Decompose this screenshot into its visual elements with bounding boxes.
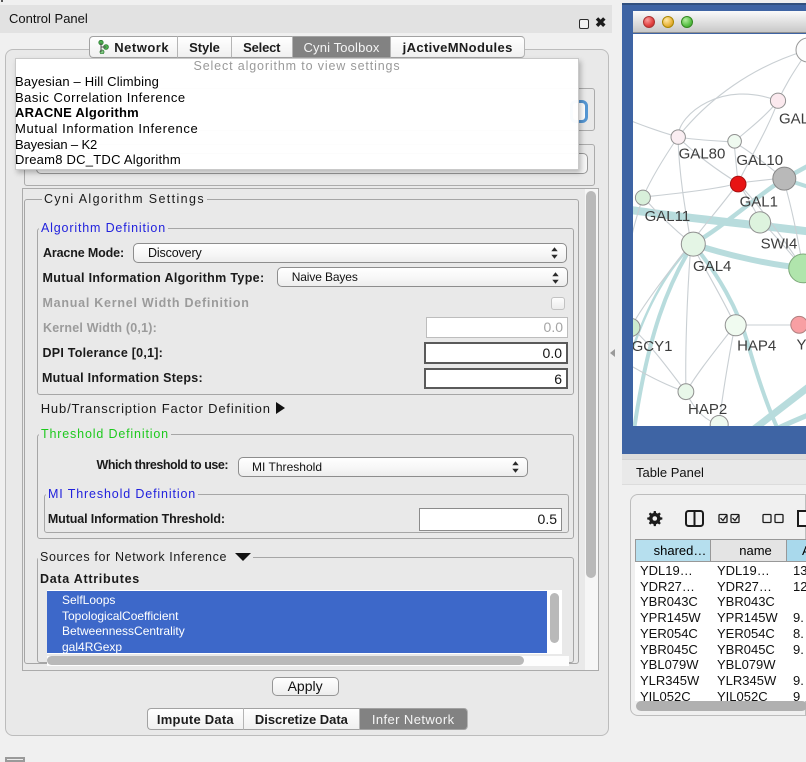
svg-text:GAL11: GAL11 [645, 208, 691, 225]
svg-text:GAL: GAL [779, 111, 806, 128]
svg-text:Y: Y [796, 337, 806, 354]
svg-text:GAL4: GAL4 [693, 258, 731, 275]
svg-text:GAL10: GAL10 [736, 152, 783, 169]
svg-text:SWI4: SWI4 [761, 235, 798, 252]
svg-text:GCY1: GCY1 [633, 338, 672, 355]
svg-text:HAP4: HAP4 [737, 338, 776, 355]
svg-text:HAP2: HAP2 [688, 401, 727, 418]
svg-text:GAL80: GAL80 [679, 145, 726, 162]
svg-text:GAL1: GAL1 [740, 194, 778, 211]
